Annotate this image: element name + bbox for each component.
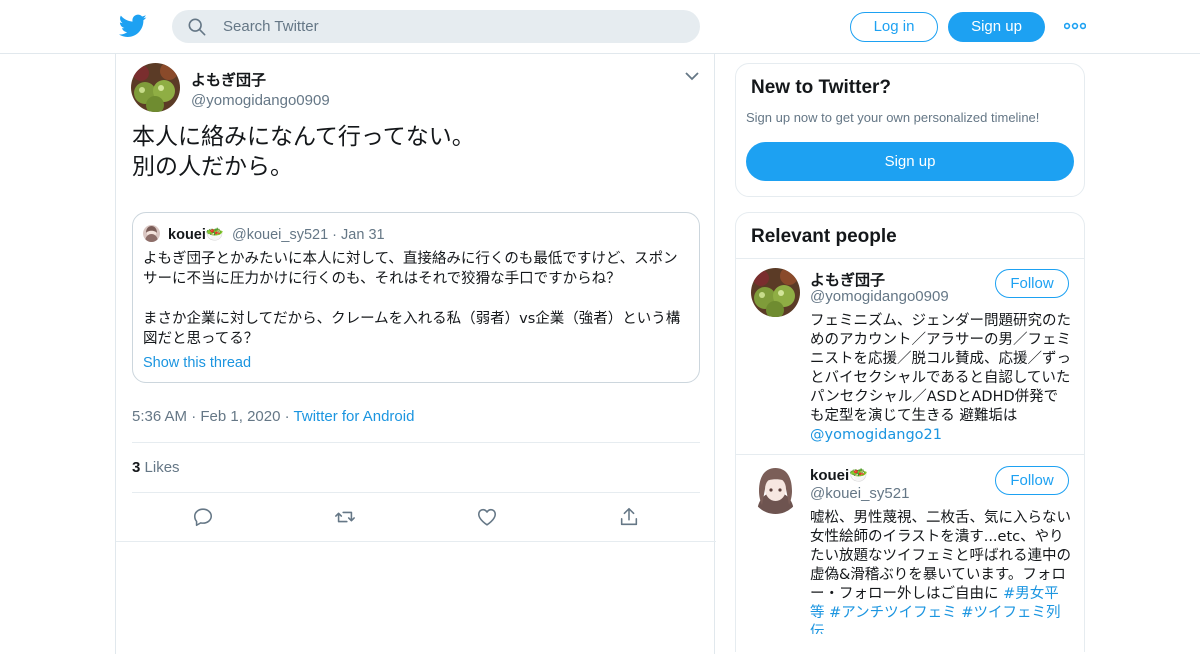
reply-icon[interactable] bbox=[192, 506, 214, 528]
chevron-down-icon[interactable] bbox=[684, 70, 700, 82]
person-handle[interactable]: @yomogidango0909 bbox=[810, 288, 949, 305]
bio-mention-link[interactable]: @yomogidango21 bbox=[810, 427, 942, 443]
person-emoji: 🥗 bbox=[849, 467, 868, 484]
divider bbox=[736, 454, 1084, 455]
quoted-author-emoji: 🥗 bbox=[205, 227, 224, 243]
quoted-tweet-text: よもぎ団子とかみたいに本人に対して、直接絡みに行くのも最低ですけど、スポンサーに… bbox=[143, 249, 691, 373]
tweet-text-line: 別の人だから。 bbox=[132, 154, 293, 180]
divider bbox=[116, 541, 716, 542]
quoted-text-paragraph: よもぎ団子とかみたいに本人に対して、直接絡みに行くのも最低ですけど、スポンサーに… bbox=[143, 251, 678, 287]
person-name[interactable]: kouei bbox=[810, 467, 849, 484]
quoted-author-handle[interactable]: @kouei_sy521 bbox=[232, 227, 328, 243]
author-avatar[interactable] bbox=[131, 63, 180, 112]
quoted-author-avatar[interactable] bbox=[143, 225, 160, 242]
new-to-twitter-card: New to Twitter? Sign up now to get your … bbox=[735, 63, 1085, 197]
show-thread-link[interactable]: Show this thread bbox=[143, 353, 691, 373]
person-handle[interactable]: @kouei_sy521 bbox=[810, 485, 909, 502]
quoted-text-paragraph: まさか企業に対してだから、クレームを入れる私（弱者）vs企業（強者）という構図だ… bbox=[143, 311, 681, 347]
tweet-column: よもぎ団子 @yomogidango0909 本人に絡みになんて行ってない。 別… bbox=[115, 54, 716, 654]
search-input[interactable]: Search Twitter bbox=[223, 18, 319, 35]
share-icon[interactable] bbox=[618, 506, 640, 528]
card-title: New to Twitter? bbox=[751, 77, 892, 98]
separator-dot: · bbox=[191, 408, 201, 425]
search-box[interactable]: Search Twitter bbox=[172, 10, 700, 43]
tweet-metadata: 5:36 AM · Feb 1, 2020 · Twitter for Andr… bbox=[132, 408, 414, 425]
separator-dot: · bbox=[332, 227, 342, 243]
quoted-date[interactable]: Jan 31 bbox=[341, 227, 385, 243]
sidebar-signup-button[interactable]: Sign up bbox=[746, 142, 1074, 181]
person-bio: フェミニズム、ジェンダー問題研究のためのアカウント／アラサーの男／フェミニストを… bbox=[810, 312, 1072, 447]
tweet-source-link[interactable]: Twitter for Android bbox=[294, 408, 415, 425]
relevant-people-card: Relevant people よもぎ団子 @yomogidango0909 F… bbox=[735, 212, 1085, 652]
divider bbox=[132, 492, 700, 493]
person-avatar[interactable] bbox=[751, 268, 800, 317]
author-info[interactable]: よもぎ団子 @yomogidango0909 bbox=[191, 69, 330, 109]
card-title: Relevant people bbox=[751, 226, 897, 247]
search-icon bbox=[188, 18, 206, 36]
likes-label: Likes bbox=[144, 459, 180, 476]
bio-text: フェミニズム、ジェンダー問題研究のためのアカウント／アラサーの男／フェミニストを… bbox=[810, 313, 1071, 424]
tweet-actions bbox=[116, 504, 716, 534]
divider bbox=[736, 258, 1084, 259]
likes-count[interactable]: 3 Likes bbox=[132, 459, 180, 476]
tweet-date[interactable]: Feb 1, 2020 bbox=[200, 408, 280, 425]
login-button[interactable]: Log in bbox=[850, 12, 938, 42]
quoted-tweet-header: kouei🥗 @kouei_sy521 · Jan 31 bbox=[143, 225, 385, 243]
tweet-text-line: 本人に絡みになんて行ってない。 bbox=[132, 124, 475, 150]
person-name[interactable]: よもぎ団子 bbox=[810, 269, 885, 290]
quoted-author-name[interactable]: kouei bbox=[168, 227, 206, 243]
separator-dot: · bbox=[284, 408, 294, 425]
top-bar: Search Twitter Log in Sign up bbox=[0, 0, 1200, 54]
more-options-icon[interactable] bbox=[1064, 20, 1086, 32]
tweet-time[interactable]: 5:36 AM bbox=[132, 408, 187, 425]
person-name-wrap[interactable]: kouei🥗 bbox=[810, 466, 868, 484]
twitter-bird-icon[interactable] bbox=[119, 12, 147, 40]
divider bbox=[132, 442, 700, 443]
person-bio: 嘘松、男性蔑視、二枚舌、気に入らない女性絵師のイラストを潰す...etc、やりた… bbox=[810, 509, 1072, 634]
card-subtitle: Sign up now to get your own personalized… bbox=[746, 110, 1040, 125]
follow-button[interactable]: Follow bbox=[995, 466, 1069, 495]
author-name[interactable]: よもぎ団子 bbox=[191, 69, 330, 90]
like-icon[interactable] bbox=[476, 506, 498, 528]
quoted-tweet[interactable]: kouei🥗 @kouei_sy521 · Jan 31 よもぎ団子とかみたいに… bbox=[132, 212, 700, 383]
person-avatar[interactable] bbox=[751, 465, 800, 514]
tweet-text: 本人に絡みになんて行ってない。 別の人だから。 bbox=[132, 122, 475, 182]
hashtag-link[interactable]: #アンチツイフェミ bbox=[829, 605, 957, 621]
signup-button[interactable]: Sign up bbox=[948, 12, 1045, 42]
follow-button[interactable]: Follow bbox=[995, 269, 1069, 298]
author-handle[interactable]: @yomogidango0909 bbox=[191, 92, 330, 109]
retweet-icon[interactable] bbox=[334, 506, 356, 528]
likes-number: 3 bbox=[132, 459, 141, 476]
